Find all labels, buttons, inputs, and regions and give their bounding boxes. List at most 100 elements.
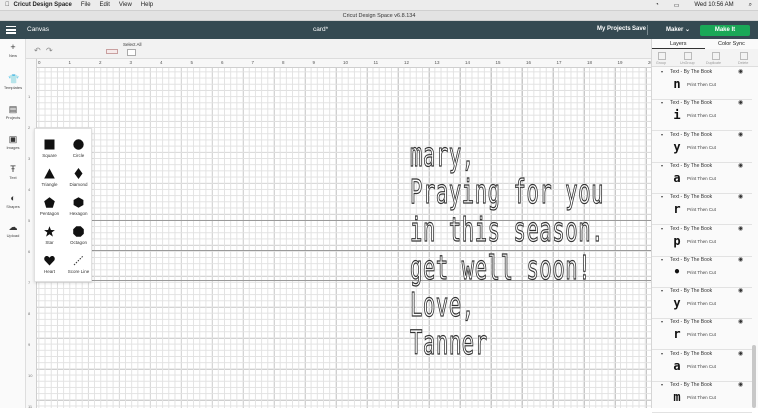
canvas-text-line[interactable]: mary, xyxy=(410,137,475,171)
layer-row[interactable]: ▾ Text - By The Book ◉ n Print Then Cut xyxy=(652,68,752,100)
wifi-icon[interactable]: ◔ xyxy=(655,2,659,9)
menu-edit[interactable]: Edit xyxy=(100,2,110,8)
layer-operation[interactable]: Print Then Cut xyxy=(687,113,716,118)
layer-operation[interactable]: Print Then Cut xyxy=(687,270,716,275)
menu-help[interactable]: Help xyxy=(141,2,153,8)
canvas-text-line[interactable]: get well soon! xyxy=(410,250,591,284)
eye-icon[interactable]: ◉ xyxy=(738,193,743,200)
layer-operation[interactable]: Print Then Cut xyxy=(687,176,716,181)
duplicate-label: Duplicate xyxy=(706,61,721,65)
canvas-text-line[interactable]: Love, xyxy=(410,287,475,321)
eye-icon[interactable]: ◉ xyxy=(738,225,743,232)
nav-templates[interactable]: 👕 Templates xyxy=(0,75,26,91)
octagon-shape-icon xyxy=(73,226,84,237)
canvas-text-line[interactable]: Praying for you xyxy=(410,174,604,208)
apple-icon[interactable]:  xyxy=(5,2,10,8)
shape-octagon[interactable]: Octagon xyxy=(64,226,93,245)
layer-row[interactable]: ▾ Text - By The Book ◉ r Print Then Cut xyxy=(652,318,752,351)
nav-projects[interactable]: ▤ Projects xyxy=(0,105,26,121)
chevron-down-icon[interactable]: ▾ xyxy=(661,351,663,356)
layer-operation[interactable]: Print Then Cut xyxy=(687,207,716,212)
shape-square[interactable]: Square xyxy=(35,139,64,158)
nav-shapes[interactable]: ◐ Shapes xyxy=(0,194,26,210)
layer-row[interactable]: ▾ Text - By The Book ◉ y Print Then Cut xyxy=(652,131,752,163)
shape-heart[interactable]: Heart xyxy=(35,255,64,274)
chevron-down-icon[interactable]: ▾ xyxy=(661,319,663,324)
chevron-down-icon[interactable]: ▾ xyxy=(661,288,663,293)
duplicate-icon[interactable] xyxy=(712,52,720,60)
chevron-down-icon[interactable]: ▾ xyxy=(661,163,663,168)
shape-score-line[interactable]: Score Line xyxy=(64,255,93,274)
linetype-swatch[interactable] xyxy=(106,49,118,54)
delete-icon[interactable] xyxy=(740,52,748,60)
shape-diamond[interactable]: Diamond xyxy=(64,168,93,187)
chevron-down-icon[interactable]: ▾ xyxy=(661,382,663,387)
layer-row[interactable]: ▾ Text - By The Book ◉ i Print Then Cut xyxy=(652,99,752,132)
redo-icon[interactable]: ↷ xyxy=(46,46,53,55)
shape-triangle[interactable]: Triangle xyxy=(35,168,64,187)
layer-row[interactable]: ▾ Text - By The Book ◉ • Print Then Cut xyxy=(652,256,752,288)
layer-operation[interactable]: Print Then Cut xyxy=(687,82,716,87)
eye-icon[interactable]: ◉ xyxy=(738,381,743,388)
nav-new[interactable]: + New xyxy=(0,43,26,59)
eye-icon[interactable]: ◉ xyxy=(738,287,743,294)
layer-operation[interactable]: Print Then Cut xyxy=(687,364,716,369)
hamburger-menu-icon[interactable] xyxy=(6,26,16,34)
nav-text[interactable]: Ŧ Text xyxy=(0,165,26,181)
shape-label: Diamond xyxy=(69,182,88,187)
shape-hexagon[interactable]: Hexagon xyxy=(64,197,93,216)
chevron-down-icon[interactable]: ▾ xyxy=(661,100,663,105)
layer-row[interactable]: ▾ Text - By The Book ◉ a Print Then Cut xyxy=(652,162,752,194)
my-projects-button[interactable]: My Projects xyxy=(597,26,631,32)
ungroup-icon[interactable] xyxy=(684,52,692,60)
machine-select[interactable]: Maker ⌄ xyxy=(666,26,690,33)
nav-images[interactable]: ▣ Images xyxy=(0,135,26,151)
eye-icon[interactable]: ◉ xyxy=(738,162,743,169)
canvas-text-line[interactable]: Tanner xyxy=(410,325,488,359)
group-icon[interactable] xyxy=(658,52,666,60)
canvas-text-group[interactable]: mary, Praying for you in this season. ge… xyxy=(410,137,650,368)
chevron-down-icon[interactable]: ▾ xyxy=(661,194,663,199)
nav-upload[interactable]: ☁ Upload xyxy=(0,223,26,239)
tab-layers[interactable]: Layers xyxy=(670,41,687,47)
app-menu[interactable]: Cricut Design Space xyxy=(14,2,72,8)
layer-row[interactable]: ▾ Text - By The Book ◉ r Print Then Cut xyxy=(652,193,752,226)
eye-icon[interactable]: ◉ xyxy=(738,318,743,325)
layer-row[interactable]: ▾ Text - By The Book ◉ m Print Then Cut xyxy=(652,381,752,413)
shape-circle[interactable]: Circle xyxy=(64,139,93,158)
ruler-tick-label: 4 xyxy=(160,60,163,65)
chevron-down-icon[interactable]: ▾ xyxy=(661,226,663,231)
tab-color-sync[interactable]: Color Sync xyxy=(718,41,745,47)
canvas-text-line[interactable]: in this season. xyxy=(410,212,604,246)
layer-operation[interactable]: Print Then Cut xyxy=(687,301,716,306)
eye-icon[interactable]: ◉ xyxy=(738,68,743,75)
menu-view[interactable]: View xyxy=(119,2,132,8)
select-all-checkbox[interactable] xyxy=(127,49,136,56)
layer-operation[interactable]: Print Then Cut xyxy=(687,145,716,150)
search-icon[interactable]: ⌕ xyxy=(749,2,752,9)
layer-operation[interactable]: Print Then Cut xyxy=(687,332,716,337)
menu-file[interactable]: File xyxy=(81,2,91,8)
shape-star[interactable]: Star xyxy=(35,226,64,245)
eye-icon[interactable]: ◉ xyxy=(738,131,743,138)
layer-row[interactable]: ▾ Text - By The Book ◉ p Print Then Cut xyxy=(652,225,752,257)
layer-row[interactable]: ▾ Text - By The Book ◉ y Print Then Cut xyxy=(652,287,752,320)
menubar-clock[interactable]: Wed 10:56 AM xyxy=(694,2,733,9)
layer-operation[interactable]: Print Then Cut xyxy=(687,395,716,400)
eye-icon[interactable]: ◉ xyxy=(738,99,743,106)
eye-icon[interactable]: ◉ xyxy=(738,350,743,357)
project-name: card* xyxy=(313,26,329,33)
layer-operation[interactable]: Print Then Cut xyxy=(687,239,716,244)
layer-row[interactable]: ▾ Text - By The Book ◉ a Print Then Cut xyxy=(652,350,752,382)
layers-scrollbar[interactable] xyxy=(752,345,756,408)
chevron-down-icon[interactable]: ▾ xyxy=(661,132,663,137)
undo-icon[interactable]: ↶ xyxy=(34,46,41,55)
shape-pentagon[interactable]: Pentagon xyxy=(35,197,64,216)
eye-icon[interactable]: ◉ xyxy=(738,256,743,263)
save-button[interactable]: Save xyxy=(632,26,646,32)
make-it-button[interactable]: Make It xyxy=(700,25,750,36)
battery-icon[interactable]: ▭ xyxy=(674,2,680,9)
layer-tools: Group UnGroup Duplicate Delete xyxy=(652,49,758,67)
chevron-down-icon[interactable]: ▾ xyxy=(661,69,663,74)
chevron-down-icon[interactable]: ▾ xyxy=(661,257,663,262)
